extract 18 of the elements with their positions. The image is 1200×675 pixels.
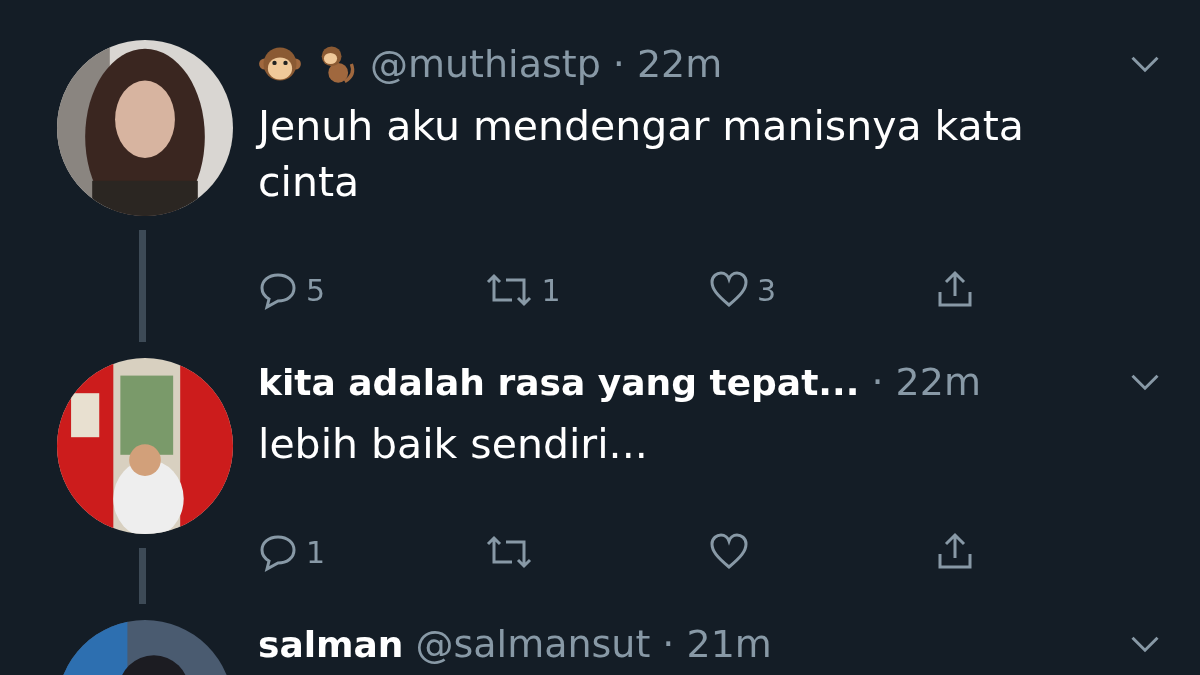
timestamp: · 21m (662, 622, 772, 666)
heart-icon[interactable] (709, 532, 749, 572)
tweet-text: Jenuh aku mendengar manisnya kata cinta (258, 101, 1025, 208)
username[interactable]: @salmansut (415, 622, 651, 666)
reply-count: 1 (306, 534, 326, 570)
chevron-down-icon[interactable] (1130, 373, 1160, 391)
retweet-count: 1 (541, 272, 561, 308)
chevron-down-icon[interactable] (1130, 635, 1160, 653)
display-name[interactable]: salman (258, 623, 404, 665)
heart-icon[interactable] (709, 270, 749, 310)
tweet-text: lebih baik sendiri... (258, 419, 649, 470)
reply-count: 5 (306, 272, 326, 308)
chevron-down-icon[interactable] (1130, 55, 1160, 73)
display-name[interactable]: kita adalah rasa yang tepat... (258, 361, 860, 403)
timestamp: · 22m (871, 360, 981, 404)
like-count: 3 (757, 272, 777, 308)
timestamp: · 22m (612, 42, 723, 86)
username[interactable]: @muthiastp (370, 42, 601, 86)
